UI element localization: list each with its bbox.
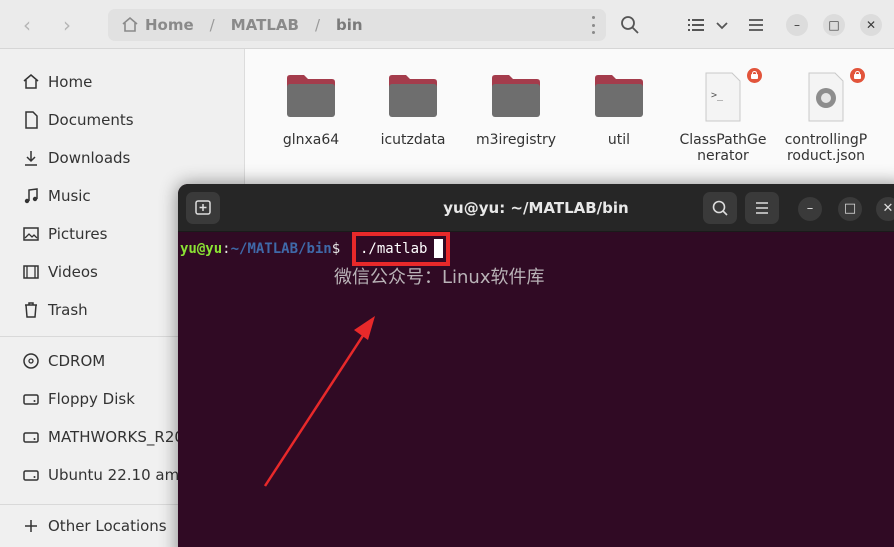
sidebar-item-label: Home <box>48 73 93 91</box>
search-icon <box>712 200 728 216</box>
hamburger-menu-icon[interactable] <box>744 13 768 37</box>
file-name: glnxa64 <box>282 132 340 148</box>
prompt-separator: : <box>222 241 231 257</box>
minimize-button[interactable]: – <box>786 14 808 36</box>
file-manager-headerbar: ‹ › Home / MATLAB / bin – □ ✕ <box>0 0 894 49</box>
sidebar-item-label: Pictures <box>48 225 108 243</box>
script-file-icon: >_ <box>705 72 741 122</box>
video-icon <box>23 265 39 279</box>
terminal-headerbar: yu@yu: ~/MATLAB/bin – □ ✕ <box>178 184 894 232</box>
prompt-user: yu@yu <box>180 241 223 257</box>
sidebar-item-label: Floppy Disk <box>48 390 135 408</box>
file-item-controllingproduct-json[interactable]: controllingP roduct.json <box>776 68 876 164</box>
sidebar-item-label: Music <box>48 187 91 205</box>
breadcrumb-bin[interactable]: bin <box>336 16 363 34</box>
folder-icon <box>287 75 335 117</box>
sidebar-item-label: Trash <box>48 301 88 319</box>
picture-icon <box>23 227 39 241</box>
sidebar-item-downloads[interactable]: Downloads <box>0 140 245 176</box>
terminal-maximize-button[interactable]: □ <box>838 197 862 221</box>
file-name: ClassPathGe nerator <box>679 132 767 164</box>
chevron-down-icon[interactable] <box>710 13 734 37</box>
folder-icon <box>492 75 540 117</box>
sidebar-item-label: CDROM <box>48 352 106 370</box>
file-name: icutzdata <box>380 132 446 148</box>
folder-icon <box>595 75 643 117</box>
folder-icon <box>389 75 437 117</box>
maximize-button[interactable]: □ <box>823 14 845 36</box>
download-icon <box>25 151 37 166</box>
json-file-icon <box>808 72 844 122</box>
breadcrumb-separator: / <box>314 16 320 34</box>
sidebar-item-label: Videos <box>48 263 98 281</box>
file-item-classpathgenerator[interactable]: >_ ClassPathGe nerator <box>673 68 773 164</box>
sidebar-item-home[interactable]: Home <box>0 64 245 100</box>
lock-icon <box>747 68 762 83</box>
forward-button[interactable]: › <box>54 12 80 38</box>
breadcrumb-matlab[interactable]: MATLAB <box>231 16 299 34</box>
file-name: util <box>607 132 631 148</box>
drive-icon <box>23 394 39 405</box>
home-icon <box>23 74 39 89</box>
sidebar-item-label: MATHWORKS_R20... <box>48 428 199 446</box>
search-icon[interactable] <box>618 13 642 37</box>
file-name: controllingP roduct.json <box>784 132 868 164</box>
terminal-close-button[interactable]: ✕ <box>876 197 894 221</box>
file-item-icutzdata[interactable]: icutzdata <box>363 70 463 148</box>
sidebar-item-label: Other Locations <box>48 517 167 535</box>
path-menu-icon[interactable] <box>590 16 596 34</box>
terminal-menu-button[interactable] <box>745 192 779 224</box>
document-icon <box>25 111 38 129</box>
sidebar-item-label: Ubuntu 22.10 amd6 <box>48 466 199 484</box>
path-bar[interactable]: Home / MATLAB / bin <box>108 9 606 41</box>
svg-text:>_: >_ <box>711 90 724 101</box>
drive-icon <box>23 432 39 443</box>
plus-icon <box>25 520 37 532</box>
sidebar-item-label: Documents <box>48 111 134 129</box>
home-icon <box>122 16 138 32</box>
prompt-path: ~/MATLAB/bin <box>230 241 332 257</box>
sidebar-item-documents[interactable]: Documents <box>0 102 245 138</box>
typed-command: ./matlab <box>360 241 428 257</box>
file-item-m3iregistry[interactable]: m3iregistry <box>466 70 566 148</box>
terminal-window[interactable]: yu@yu: ~/MATLAB/bin – □ ✕ yu@yu:~/MATLAB… <box>178 184 894 547</box>
breadcrumb-home[interactable]: Home <box>145 16 194 34</box>
shell-prompt: yu@yu:~/MATLAB/bin$ <box>180 241 349 257</box>
sidebar-item-label: Downloads <box>48 149 131 167</box>
list-view-icon[interactable] <box>684 13 708 37</box>
lock-icon <box>850 68 865 83</box>
back-button[interactable]: ‹ <box>14 12 40 38</box>
watermark-text: 微信公众号：Linux软件库 <box>334 267 545 288</box>
terminal-output[interactable]: yu@yu:~/MATLAB/bin$ ./matlab 微信公众号：Linux… <box>178 232 894 547</box>
drive-icon <box>23 470 39 481</box>
hamburger-menu-icon <box>756 202 768 214</box>
file-item-glnxa64[interactable]: glnxa64 <box>261 70 361 148</box>
text-cursor <box>434 239 443 258</box>
file-name: m3iregistry <box>475 132 557 148</box>
disc-icon <box>23 353 39 369</box>
terminal-title: yu@yu: ~/MATLAB/bin <box>443 199 629 217</box>
terminal-minimize-button[interactable]: – <box>798 197 822 221</box>
file-item-util[interactable]: util <box>569 70 669 148</box>
close-button[interactable]: ✕ <box>860 14 882 36</box>
breadcrumb-separator: / <box>209 16 215 34</box>
prompt-sign: $ <box>331 241 349 257</box>
trash-icon <box>25 302 37 318</box>
terminal-search-button[interactable] <box>703 192 737 224</box>
music-icon <box>24 188 38 204</box>
